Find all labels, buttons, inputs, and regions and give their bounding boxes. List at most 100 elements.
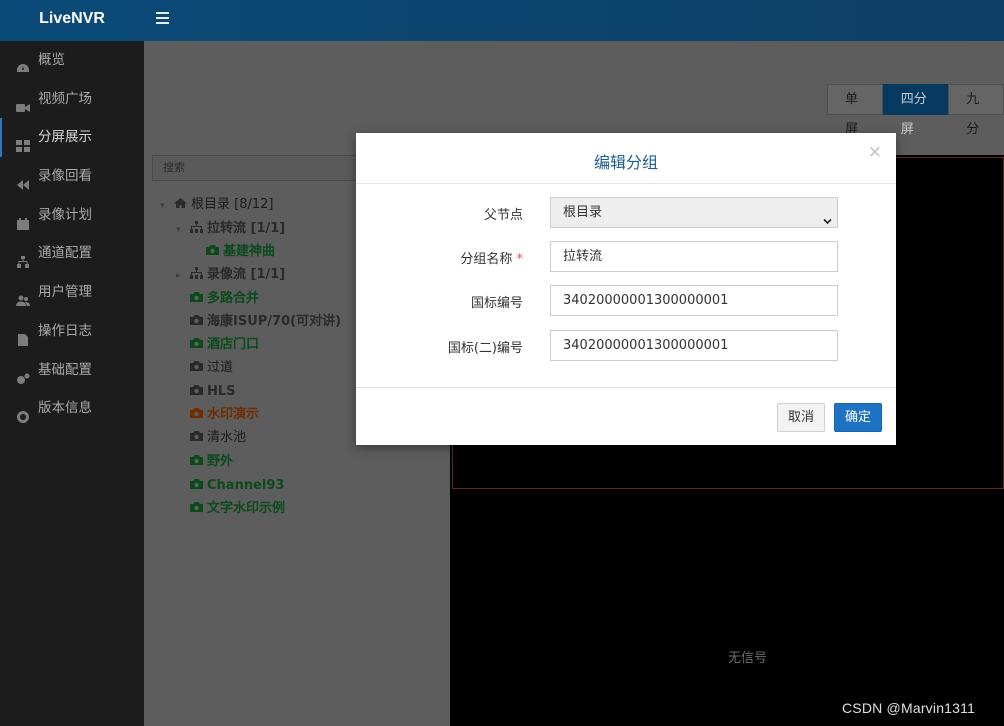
sidebar-item-label: 版本信息 [38,400,92,417]
video-camera-icon [16,92,30,112]
group-name-label: 分组名称 * [460,252,524,267]
gb2-code-label: 国标(二)编号 [447,341,523,356]
tree-channel[interactable]: 文字水印示例 [190,499,285,519]
tree-channel[interactable]: 基建神曲 [206,242,275,262]
sidebar-item-basic-config[interactable]: 基础配置 [0,351,144,390]
home-icon [174,196,188,208]
tree-expand-icon[interactable]: ▾ [176,220,190,240]
sidebar-item-operation-log[interactable]: 操作日志 [0,312,144,351]
sidebar-item-label: 分屏展示 [38,129,92,146]
tree-node-label: HLS [207,384,236,399]
camera-icon [190,313,204,325]
sidebar-item-playback[interactable]: 录像回看 [0,157,144,196]
file-icon [16,324,30,346]
grid-icon [16,130,30,153]
camera-icon [190,406,204,418]
gb2-code-input[interactable]: 34020000001300000001 [550,330,838,361]
sidebar-item-channel-config[interactable]: 通道配置 [0,234,144,273]
parent-node-label: 父节点 [483,208,523,223]
tree-node-label: 水印演示 [207,407,260,422]
gb-code-label: 国标编号 [470,296,523,311]
sidebar-item-split-screen[interactable]: 分屏展示 [0,118,144,157]
csdn-watermark: CSDN @Marvin1311 [842,700,976,716]
group-name-row: 分组名称 * 拉转流 [356,241,896,272]
dashboard-icon [16,53,30,72]
group-name-input[interactable]: 拉转流 [550,241,838,272]
camera-icon [190,383,204,395]
sidebar-item-video-square[interactable]: 视频广场 [0,80,144,119]
tree-node-label: 拉转流 [1/1] [207,221,286,236]
app-logo[interactable]: LiveNVR [0,0,144,41]
tree-node-label: 酒店门口 [207,337,260,352]
tree-channel[interactable]: 酒店门口 [190,335,259,355]
sitemap-icon [190,220,204,233]
sidebar-item-label: 录像计划 [38,206,92,223]
tab-nine-screen[interactable]: 九分 [948,84,1004,137]
calendar-icon [16,208,30,230]
tab-single-screen[interactable]: 单屏 [827,84,883,137]
gears-icon [16,363,30,384]
sidebar-item-record-plan[interactable]: 录像计划 [0,196,144,235]
tree-node-label: Channel93 [207,478,285,493]
tree-channel[interactable]: 过道 [190,358,233,378]
dialog-footer: 取消 确定 [356,387,896,445]
camera-icon [190,453,204,465]
camera-icon [206,243,220,255]
tree-root[interactable]: ▾ 根目录 [8/12] [160,195,273,215]
no-signal-text: 无信号 [728,651,768,666]
video-cell[interactable] [452,491,1004,726]
camera-icon [190,477,204,489]
tree-node-label: 海康ISUP/70(可对讲) [207,314,342,329]
tree-expand-icon[interactable]: ▾ [160,196,174,216]
sidebar-item-user-management[interactable]: 用户管理 [0,273,144,312]
confirm-button[interactable]: 确定 [834,403,883,432]
sidebar-item-label: 通道配置 [38,245,92,262]
parent-node-select[interactable]: 根目录 [550,197,838,228]
sidebar-item-label: 基础配置 [38,361,92,378]
sidebar-item-label: 操作日志 [38,322,92,339]
sidebar: 概览 视频广场 分屏展示 录像回看 录像计划 通道配置 用户管理 操作日志 基础… [0,41,144,726]
tree-channel[interactable]: 多路合并 [190,289,259,309]
dialog-title: 编辑分组 [593,153,658,172]
camera-icon [190,429,204,441]
parent-node-row: 父节点 根目录 [356,197,896,228]
sidebar-item-overview[interactable]: 概览 [0,41,144,80]
sidebar-item-label: 概览 [38,52,65,68]
camera-icon [190,359,204,371]
sitemap-icon [190,266,204,279]
rewind-icon [16,169,30,191]
cancel-button[interactable]: 取消 [777,403,826,432]
camera-icon [190,500,204,512]
tree-channel[interactable]: Channel93 [190,476,284,496]
tree-channel[interactable]: 水印演示 [190,405,259,425]
close-icon[interactable]: × [868,144,882,161]
tree-root-label: 根目录 [8/12] [191,197,274,212]
tree-channel[interactable]: 清水池 [190,428,246,448]
gb-code-input[interactable]: 34020000001300000001 [550,285,838,316]
sidebar-item-label: 录像回看 [38,168,92,185]
tree-group[interactable]: ▾ 拉转流 [1/1] [176,219,285,239]
sidebar-item-label: 视频广场 [38,90,92,107]
sidebar-item-version-info[interactable]: 版本信息 [0,389,144,428]
users-icon [16,285,30,307]
tree-channel[interactable]: 海康ISUP/70(可对讲) [190,312,341,332]
tree-node-label: 多路合并 [207,291,260,306]
tree-node-label: 文字水印示例 [207,501,286,516]
screen-layout-tabs: 单屏 四分屏 九分 [827,84,1004,137]
tree-channel[interactable]: 野外 [190,452,233,472]
tab-four-screen[interactable]: 四分屏 [882,84,949,137]
tree-group[interactable]: ▸ 录像流 [1/1] [176,265,285,285]
hamburger-menu-icon[interactable] [156,12,169,24]
gb2-code-row: 国标(二)编号 34020000001300000001 [356,330,896,361]
chevron-down-icon [823,208,832,225]
tree-node-label: 基建神曲 [223,244,276,259]
top-header: LiveNVR [0,0,1004,41]
gb-code-row: 国标编号 34020000001300000001 [356,285,896,316]
tree-collapse-icon[interactable]: ▸ [176,266,190,286]
parent-node-value: 根目录 [563,205,603,220]
tree-node-label: 录像流 [1/1] [207,267,286,282]
tree-search-input[interactable]: 搜索 [152,155,362,181]
edit-group-dialog: 编辑分组 × 父节点 根目录 分组名称 * 拉转流 国标编号 340200000… [356,133,896,445]
tree-channel[interactable]: HLS [190,382,236,402]
required-mark: * [516,252,524,267]
